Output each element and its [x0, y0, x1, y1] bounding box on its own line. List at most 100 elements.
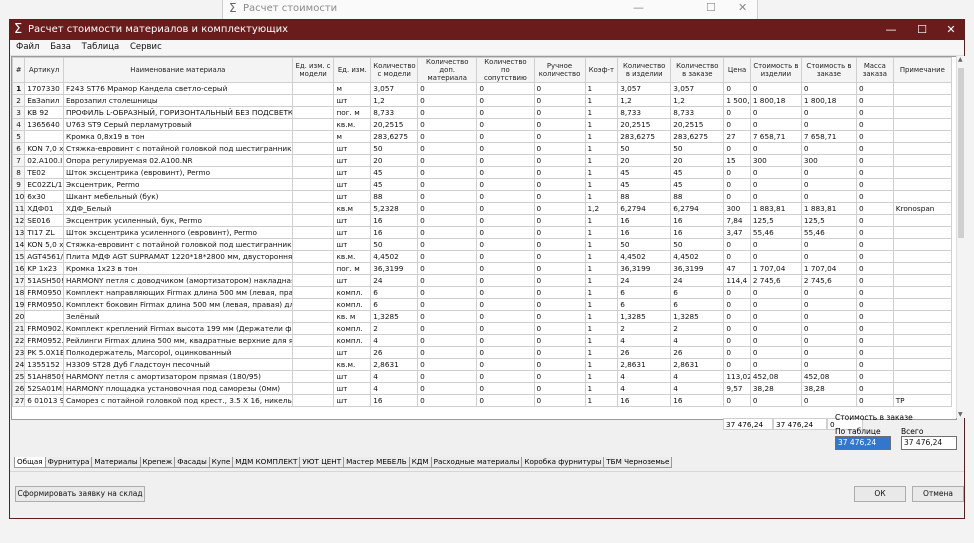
column-header-unit-model[interactable]: Ед. изм. с модели — [291, 57, 335, 83]
cell-price[interactable]: 0 — [723, 346, 751, 359]
cell-mass-order[interactable]: 0 — [855, 382, 894, 395]
cell-coef[interactable]: 1 — [584, 310, 619, 323]
table-row[interactable]: 25 51AH850! HARMONY петля с амортизатором … — [12, 370, 953, 383]
cell-qty-model[interactable]: 45 — [370, 178, 419, 191]
scroll-down-icon[interactable]: ▼ — [958, 411, 963, 418]
cell-num[interactable]: 4 — [12, 118, 26, 131]
cell-unit-model[interactable] — [291, 166, 335, 179]
cell-qty-extra[interactable]: 0 — [417, 190, 478, 203]
cell-price[interactable]: 300 — [723, 202, 751, 215]
cell-mass-order[interactable]: 0 — [855, 106, 894, 119]
cell-unit-model[interactable] — [291, 226, 335, 239]
cell-qty-extra[interactable]: 0 — [417, 106, 478, 119]
cell-cost-order[interactable]: 0 — [800, 190, 857, 203]
cell-unit[interactable]: шт — [333, 274, 372, 287]
cell-name[interactable]: Комплект креплений Firmax высота 199 мм … — [63, 322, 293, 335]
cell-unit[interactable]: шт — [333, 94, 372, 107]
cell-qty-accompanying[interactable]: 0 — [476, 190, 535, 203]
cell-qty-accompanying[interactable]: 0 — [476, 274, 535, 287]
cell-name[interactable]: Опора регулируемая 02.A100.NR — [63, 154, 293, 167]
cell-qty-order[interactable]: 20 — [670, 154, 725, 167]
cell-unit[interactable]: м — [333, 82, 372, 95]
column-header-qty-item[interactable]: Количество в изделии — [617, 57, 672, 83]
cell-coef[interactable]: 1 — [584, 130, 619, 143]
cell-qty-accompanying[interactable]: 0 — [476, 106, 535, 119]
cell-name[interactable]: Комплект боковин Firmax длина 500 мм (ле… — [63, 298, 293, 311]
cell-qty-manual[interactable]: 0 — [533, 130, 586, 143]
tab-12[interactable]: ТБМ Черноземье — [603, 457, 673, 468]
cell-unit-model[interactable] — [291, 130, 335, 143]
cell-coef[interactable]: 1 — [584, 286, 619, 299]
cell-qty-model[interactable]: 4 — [370, 370, 419, 383]
cell-num[interactable]: 24 — [12, 358, 26, 371]
cell-qty-order[interactable]: 45 — [670, 166, 725, 179]
cell-unit[interactable]: компл. — [333, 334, 372, 347]
cell-cost-item[interactable]: 55,46 — [749, 226, 802, 239]
cell-qty-item[interactable]: 24 — [617, 274, 672, 287]
tab-9[interactable]: КДМ — [408, 457, 432, 468]
menu-item-table[interactable]: Таблица — [78, 42, 124, 52]
cell-note[interactable] — [892, 358, 953, 371]
cell-qty-manual[interactable]: 0 — [533, 106, 586, 119]
cell-unit[interactable]: компл. — [333, 298, 372, 311]
cell-qty-extra[interactable]: 0 — [417, 346, 478, 359]
cell-qty-accompanying[interactable]: 0 — [476, 154, 535, 167]
cell-price[interactable]: 0 — [723, 82, 751, 95]
cell-article[interactable]: KON 7,0 x — [24, 142, 65, 155]
cell-name[interactable]: Эксцентрик, Permo — [63, 178, 293, 191]
cell-qty-manual[interactable]: 0 — [533, 226, 586, 239]
cell-qty-extra[interactable]: 0 — [417, 226, 478, 239]
cell-cost-order[interactable]: 2 745,6 — [800, 274, 857, 287]
cell-unit[interactable]: шт — [333, 214, 372, 227]
cell-mass-order[interactable]: 0 — [855, 238, 894, 251]
cell-cost-order[interactable]: 7 658,71 — [800, 130, 857, 143]
cell-name[interactable]: Кромка 0,8х19 в тон — [63, 130, 293, 143]
cell-qty-model[interactable]: 45 — [370, 166, 419, 179]
cell-qty-extra[interactable]: 0 — [417, 238, 478, 251]
cell-name[interactable]: Плита МДФ AGT SUPRAMAT 1220*18*2800 мм, … — [63, 250, 293, 263]
cell-price[interactable]: 0 — [723, 334, 751, 347]
tab-11[interactable]: Коробка фурнитуры — [521, 457, 605, 468]
cell-name[interactable]: Еврозапил столешницы — [63, 94, 293, 107]
table-row[interactable]: 26 52SA01M: HARMONY площадка установочная … — [12, 382, 953, 395]
cell-qty-manual[interactable]: 0 — [533, 286, 586, 299]
cell-article[interactable]: FRM0952. — [24, 334, 65, 347]
cell-qty-order[interactable]: 1,2 — [670, 94, 725, 107]
cell-cost-item[interactable]: 0 — [749, 394, 802, 407]
cell-qty-accompanying[interactable]: 0 — [476, 94, 535, 107]
cell-cost-item[interactable]: 0 — [749, 190, 802, 203]
cell-article[interactable]: TE02 — [24, 166, 65, 179]
minimize-button[interactable]: — — [876, 20, 906, 40]
cell-qty-accompanying[interactable]: 0 — [476, 214, 535, 227]
cell-cost-item[interactable]: 7 658,71 — [749, 130, 802, 143]
cell-qty-manual[interactable]: 0 — [533, 214, 586, 227]
cell-mass-order[interactable]: 0 — [855, 118, 894, 131]
cell-unit-model[interactable] — [291, 250, 335, 263]
cell-num[interactable]: 8 — [12, 166, 26, 179]
cell-note[interactable]: Kronospan — [892, 202, 953, 215]
cell-qty-accompanying[interactable]: 0 — [476, 202, 535, 215]
cell-qty-item[interactable]: 1,2 — [617, 94, 672, 107]
cell-qty-item[interactable]: 16 — [617, 226, 672, 239]
cell-cost-item[interactable]: 0 — [749, 166, 802, 179]
cell-num[interactable]: 9 — [12, 178, 26, 191]
cell-qty-extra[interactable]: 0 — [417, 130, 478, 143]
column-header-qty-accompanying[interactable]: Количество по сопутствию — [476, 57, 535, 83]
cell-qty-item[interactable]: 2,8631 — [617, 358, 672, 371]
cell-unit[interactable]: шт — [333, 382, 372, 395]
cell-qty-item[interactable]: 16 — [617, 394, 672, 407]
cell-coef[interactable]: 1 — [584, 298, 619, 311]
cell-coef[interactable]: 1 — [584, 382, 619, 395]
cell-article[interactable]: ХДФ01 — [24, 202, 65, 215]
cell-name[interactable]: Стяжка-евровинт с потайной головкой под … — [63, 238, 293, 251]
cell-qty-manual[interactable]: 0 — [533, 250, 586, 263]
cell-qty-accompanying[interactable]: 0 — [476, 178, 535, 191]
cell-cost-item[interactable]: 1 800,18 — [749, 94, 802, 107]
cell-unit[interactable]: пог. м — [333, 106, 372, 119]
table-row[interactable]: 9 EC02ZL/1 Эксцентрик, Permo шт 45 0 0 0 1 45 45 0 0… — [12, 178, 953, 191]
cell-cost-item[interactable]: 0 — [749, 298, 802, 311]
cell-qty-item[interactable]: 45 — [617, 178, 672, 191]
cell-qty-extra[interactable]: 0 — [417, 310, 478, 323]
cell-qty-order[interactable]: 2,8631 — [670, 358, 725, 371]
cell-qty-manual[interactable]: 0 — [533, 322, 586, 335]
